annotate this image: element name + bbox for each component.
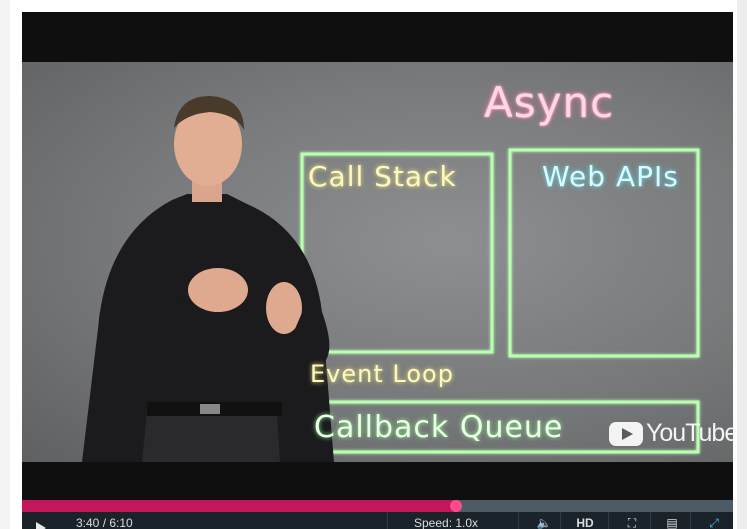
speed-button[interactable]: Speed: 1.0x	[414, 512, 494, 529]
control-divider	[387, 512, 388, 529]
page-scrollbar[interactable]	[737, 0, 747, 529]
control-divider	[560, 512, 561, 529]
captions-icon: ▤	[666, 516, 678, 529]
play-icon	[36, 522, 46, 529]
call-stack-label: Call Stack	[308, 160, 457, 193]
fullscreen-icon: ⛶	[627, 516, 637, 529]
captions-button[interactable]: ▤	[662, 512, 682, 529]
youtube-wordmark: YouTube	[646, 419, 733, 447]
youtube-logo[interactable]: YouTube	[609, 419, 733, 448]
web-apis-label: Web APIs	[542, 160, 679, 193]
volume-icon: 🔈	[536, 516, 552, 529]
presenter	[82, 96, 334, 462]
video-player[interactable]: Async Call Stack Web APIs Event Loop Cal…	[22, 12, 733, 529]
event-loop-label: Event Loop	[310, 360, 454, 388]
progress-bar[interactable]	[22, 500, 733, 512]
progress-scrubber-handle[interactable]	[449, 500, 462, 512]
expand-button[interactable]: ⤢	[702, 512, 726, 529]
volume-button[interactable]: 🔈	[534, 512, 554, 529]
control-bar: 3:40 / 6:10 Speed: 1.0x 🔈 HD ⛶ ▤ ⤢	[22, 512, 733, 529]
video-frame[interactable]: Async Call Stack Web APIs Event Loop Cal…	[22, 62, 733, 462]
youtube-logo-icon	[609, 421, 643, 446]
control-divider	[650, 512, 651, 529]
control-divider	[608, 512, 609, 529]
video-scene	[82, 96, 700, 462]
board-title: Async	[484, 78, 615, 127]
expand-icon: ⤢	[709, 516, 719, 529]
control-divider	[518, 512, 519, 529]
progress-fill	[22, 500, 456, 512]
callback-queue-label: Callback Queue	[314, 410, 564, 445]
control-divider	[690, 512, 691, 529]
fullscreen-button[interactable]: ⛶	[622, 512, 642, 529]
quality-button[interactable]: HD	[570, 512, 600, 529]
play-button[interactable]	[34, 512, 54, 529]
time-display: 3:40 / 6:10	[76, 516, 133, 529]
